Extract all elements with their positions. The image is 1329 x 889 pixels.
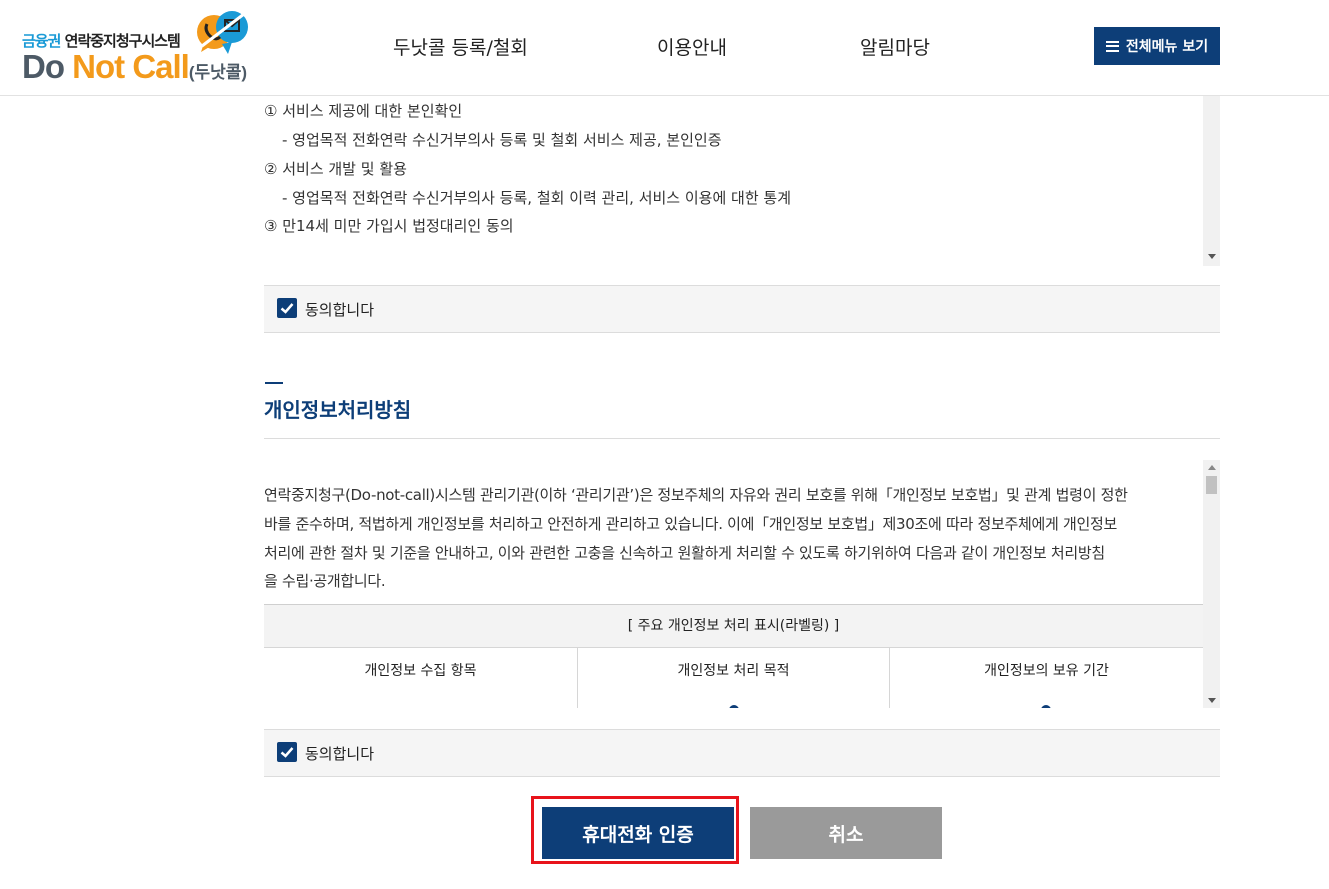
terms-scrollbar[interactable] xyxy=(1203,96,1220,266)
nav-donotcall-register[interactable]: 두낫콜 등록/철회 xyxy=(393,33,528,60)
terms-line: - 영업목적 전화연락 수신거부의사 등록 및 철회 서비스 제공, 본인인증 xyxy=(282,131,722,149)
scroll-thumb[interactable] xyxy=(1206,476,1217,494)
table-header-cell: 개인정보의 보유 기간 xyxy=(984,663,1109,679)
hamburger-icon xyxy=(1105,40,1119,52)
privacy-paragraph-line: 을 수립·공개합니다. xyxy=(264,572,386,590)
agree-label: 동의합니다 xyxy=(305,301,375,319)
scroll-up-arrow-icon[interactable] xyxy=(1208,465,1216,470)
privacy-paragraph-line: 바를 준수하며, 적법하게 개인정보를 처리하고 안전하게 관리하고 있습니다.… xyxy=(264,515,1117,533)
privacy-paragraph-line: 연락중지청구(Do-not-call)시스템 관리기관(이하 ‘관리기관’)은 … xyxy=(264,486,1128,504)
agree-checkbox[interactable] xyxy=(277,742,297,762)
scroll-down-arrow-icon[interactable] xyxy=(1208,698,1216,703)
terms-scroll-box[interactable]: ① 서비스 제공에 대한 본인확인 - 영업목적 전화연락 수신거부의사 등록 … xyxy=(264,96,1220,266)
cancel-button[interactable]: 취소 xyxy=(750,807,942,859)
agree-checkbox[interactable] xyxy=(277,298,297,318)
terms-line: ② 서비스 개발 및 활용 xyxy=(264,160,407,178)
terms-line: - 영업목적 전화연락 수신거부의사 등록, 철회 이력 관리, 서비스 이용에… xyxy=(282,189,792,207)
site-header: 금융권 연락중지청구시스템 Do Not Call(두낫콜) 두낫콜 등록/철회… xyxy=(0,0,1329,96)
agree-label: 동의합니다 xyxy=(305,745,375,763)
nav-usage-guide[interactable]: 이용안내 xyxy=(657,33,727,60)
table-header-cell: 개인정보 수집 항목 xyxy=(364,663,477,679)
agree-row-terms[interactable]: 동의합니다 xyxy=(264,285,1220,333)
site-logo[interactable]: 금융권 연락중지청구시스템 Do Not Call(두낫콜) xyxy=(22,10,262,88)
agree-row-privacy[interactable]: 동의합니다 xyxy=(264,729,1220,777)
table-header-cell: 개인정보 처리 목적 xyxy=(677,663,790,679)
checkmark-icon xyxy=(280,303,294,314)
full-menu-button[interactable]: 전체메뉴 보기 xyxy=(1094,27,1220,65)
section-title-privacy: 개인정보처리방침 xyxy=(264,398,412,422)
terms-line: ① 서비스 제공에 대한 본인확인 xyxy=(264,102,463,120)
logo-title: Do Not Call(두낫콜) xyxy=(22,48,248,85)
privacy-scroll-box[interactable]: 연락중지청구(Do-not-call)시스템 관리기관(이하 ‘관리기관’)은 … xyxy=(264,460,1203,708)
nav-notice[interactable]: 알림마당 xyxy=(860,33,930,60)
terms-line: ③ 만14세 미만 가입시 법정대리인 동의 xyxy=(264,217,514,235)
phone-verify-button[interactable]: 휴대전화 인증 xyxy=(542,807,734,859)
labeling-table-header-row: 개인정보 수집 항목 개인정보 처리 목적 개인정보의 보유 기간 xyxy=(264,647,1203,708)
labeling-table-title: [ 주요 개인정보 처리 표시(라벨링) ] xyxy=(264,604,1203,648)
privacy-paragraph-line: 처리에 관한 절차 및 기준을 안내하고, 이와 관련한 고충을 신속하고 원활… xyxy=(264,544,1105,562)
section-accent-bar xyxy=(265,382,283,384)
section-divider xyxy=(264,438,1220,439)
label-icon-partial xyxy=(1041,705,1051,708)
label-icon-partial xyxy=(729,705,739,708)
privacy-scrollbar[interactable] xyxy=(1203,460,1220,708)
checkmark-icon xyxy=(280,747,294,758)
scroll-down-arrow-icon[interactable] xyxy=(1208,254,1216,259)
